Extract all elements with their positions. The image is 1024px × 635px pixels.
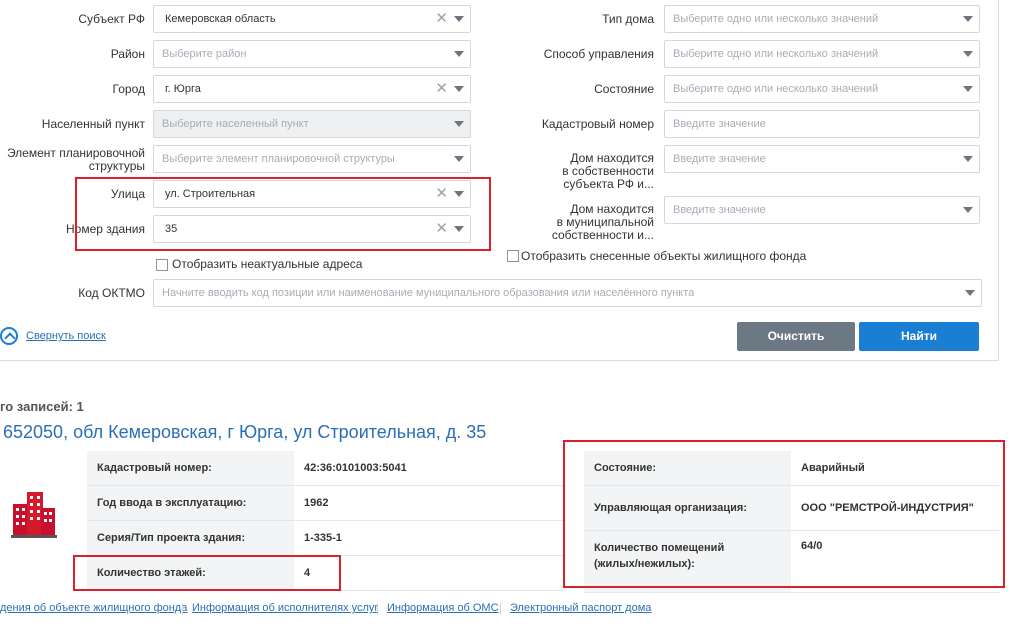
divider [500,603,501,615]
show-outdated-label: Отобразить неактуальные адреса [172,257,363,271]
chevron-down-icon[interactable] [454,16,464,22]
oktmo-select[interactable]: Начните вводить код позиции или наименов… [153,279,982,307]
management-placeholder: Выберите одно или несколько значений [673,48,879,60]
district-select[interactable]: Выберите район [153,40,471,68]
show-demolished-label: Отобразить снесенные объекты жилищного ф… [521,249,807,263]
link-electronic-passport[interactable]: Электронный паспорт дома [510,602,651,614]
district-label: Район [110,47,145,61]
cadastral-placeholder: Введите значение [673,118,766,130]
condition-label: Состояние [594,82,654,96]
oktmo-placeholder: Начните вводить код позиции или наименов… [162,287,695,299]
city-label: Город [112,82,145,96]
building-icon [11,492,57,538]
table-row: Серия/Тип проекта здания: 1-335-1 [87,520,565,556]
show-outdated-checkbox[interactable] [156,259,168,271]
row-value: 1962 [294,485,565,521]
chevron-down-icon[interactable] [454,156,464,162]
subject-owned-label: Дом находится в собственности субъекта Р… [562,152,654,191]
planning-placeholder: Выберите элемент планировочной структуры [162,153,395,165]
link-oms-info[interactable]: Информация об ОМС [387,602,499,614]
district-placeholder: Выберите район [162,48,247,60]
condition-select[interactable]: Выберите одно или несколько значений [664,75,980,103]
planning-select[interactable]: Выберите элемент планировочной структуры [153,145,471,173]
chevron-down-icon[interactable] [963,86,973,92]
city-value: г. Юрга [165,83,201,95]
link-housing-object-info[interactable]: дения об объекте жилищного фонда [0,602,187,614]
management-select[interactable]: Выберите одно или несколько значений [664,40,980,68]
subject-owned-placeholder: Введите значение [673,153,766,165]
municipal-owned-line3: собственности и... [551,228,654,242]
city-select[interactable]: г. Юрга ✕ [153,75,471,103]
chevron-down-icon[interactable] [454,51,464,57]
clear-button[interactable]: Очистить [737,322,855,351]
result-address-link[interactable]: 652050, обл Кемеровская, г Юрга, ул Стро… [3,422,486,443]
settlement-label: Населенный пункт [41,117,145,131]
subject-value: Кемеровская область [165,13,276,25]
municipal-owned-select[interactable]: Введите значение [664,196,980,224]
chevron-down-icon[interactable] [454,86,464,92]
highlight-floors [73,555,341,591]
row-key: Серия/Тип проекта здания: [87,520,294,556]
planning-label: Элемент планировочной структуры [7,147,145,173]
chevron-down-icon[interactable] [965,290,975,296]
cadastral-label: Кадастровый номер [541,117,654,131]
management-label: Способ управления [543,47,654,61]
settlement-placeholder: Выберите населенный пункт [162,118,309,130]
highlight-status [563,440,1005,588]
chevron-down-icon[interactable] [963,156,973,162]
house-type-select[interactable]: Выберите одно или несколько значений [664,5,980,33]
show-demolished-checkbox[interactable] [507,250,519,262]
municipal-owned-placeholder: Введите значение [673,204,766,216]
clear-icon[interactable]: ✕ [435,81,448,96]
municipal-owned-label: Дом находится в муниципальной собственно… [552,203,654,242]
subject-label: Субъект РФ [78,12,145,26]
chevron-down-icon[interactable] [963,51,973,57]
chevron-down-icon[interactable] [963,16,973,22]
collapse-search-link[interactable]: Свернуть поиск [26,330,106,342]
link-service-providers[interactable]: Информация об исполнителях услуг [192,602,378,614]
row-value: 42:36:0101003:5041 [294,451,565,486]
cadastral-input[interactable]: Введите значение [664,110,980,138]
row-key: Год ввода в эксплуатацию: [87,485,294,521]
chevron-down-icon[interactable] [963,207,973,213]
subject-owned-line3: субъекта РФ и... [563,177,654,191]
collapse-icon[interactable] [0,327,18,345]
oktmo-label: Код ОКТМО [78,286,145,300]
highlight-street-building [75,177,491,251]
table-row: Кадастровый номер: 42:36:0101003:5041 [87,451,565,486]
find-button[interactable]: Найти [859,322,979,351]
house-type-placeholder: Выберите одно или несколько значений [673,13,879,25]
row-value: 1-335-1 [294,520,565,556]
house-type-label: Тип дома [602,12,654,26]
chevron-down-icon[interactable] [454,121,464,127]
row-key: Кадастровый номер: [87,451,294,486]
subject-owned-select[interactable]: Введите значение [664,145,980,173]
settlement-select[interactable]: Выберите населенный пункт [153,110,471,138]
condition-placeholder: Выберите одно или несколько значений [673,83,879,95]
divider [182,603,183,615]
results-count: го записей: 1 [0,399,84,414]
subject-select[interactable]: Кемеровская область ✕ [153,5,471,33]
divider [377,603,378,615]
clear-icon[interactable]: ✕ [435,11,448,26]
table-row: Год ввода в эксплуатацию: 1962 [87,485,565,521]
planning-label-line2: структуры [88,159,145,173]
